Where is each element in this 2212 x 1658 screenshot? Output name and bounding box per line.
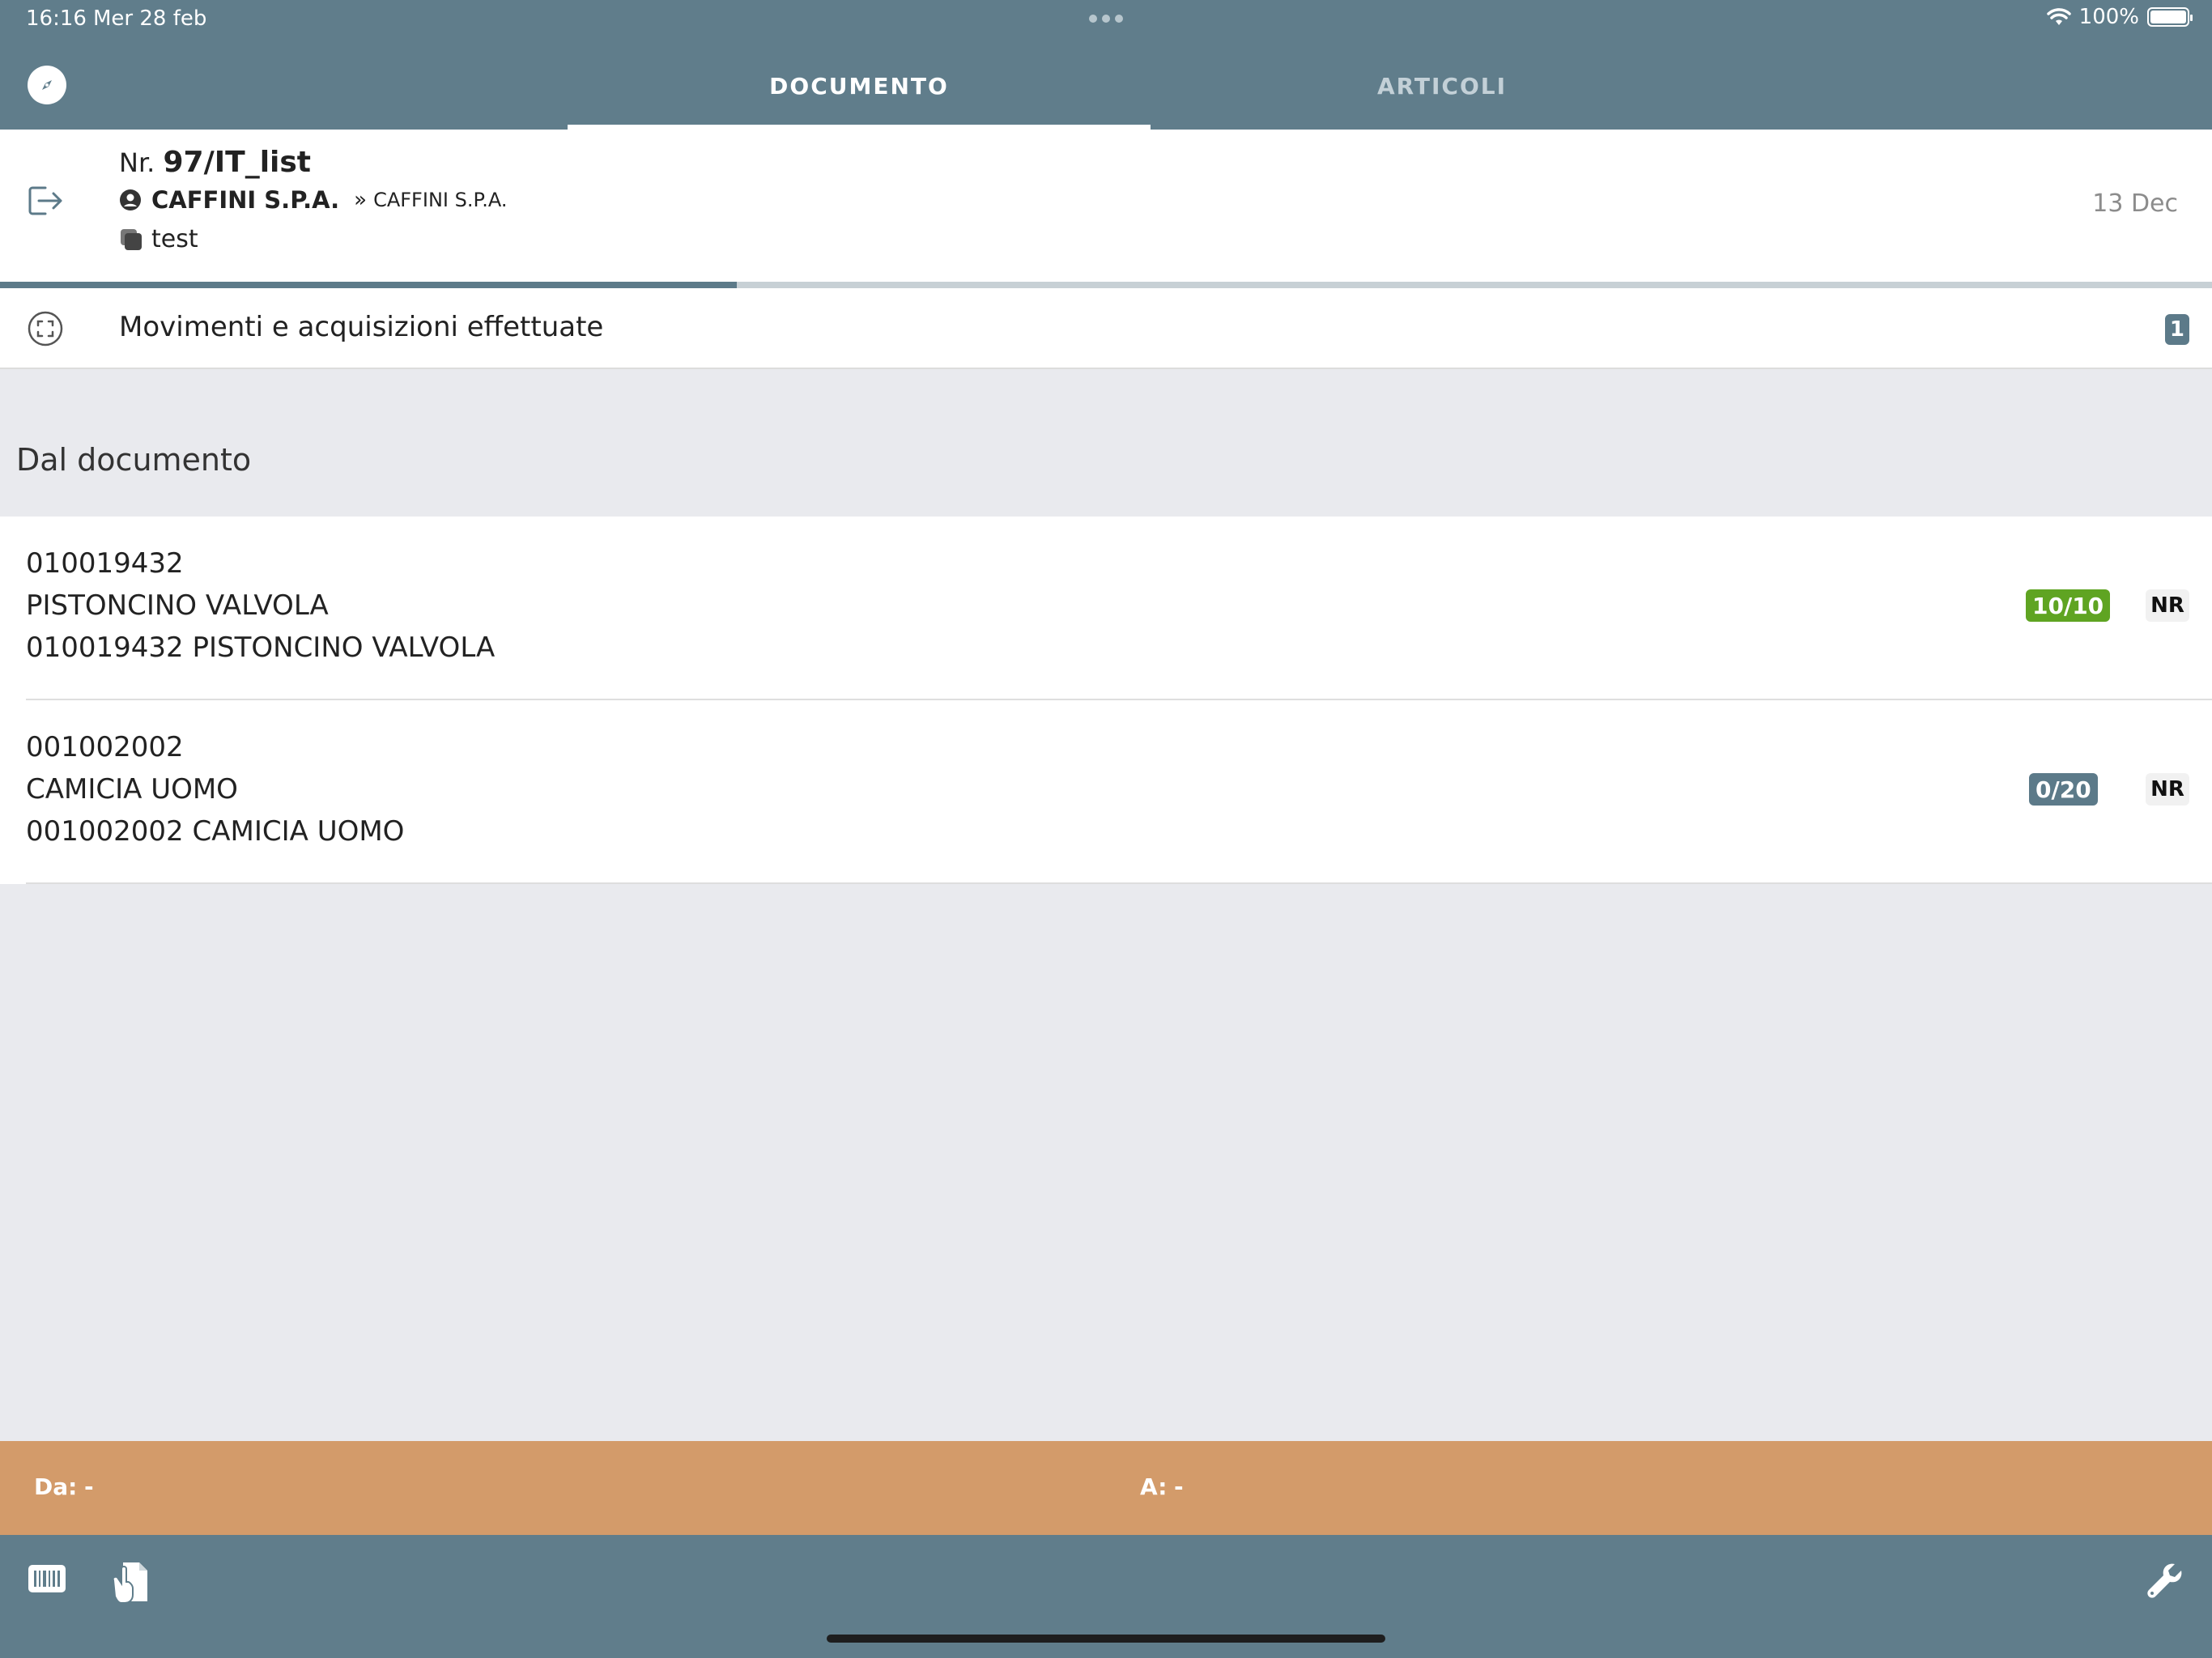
document-customer: CAFFINI S.P.A. » CAFFINI S.P.A. xyxy=(119,186,507,214)
tab-documento[interactable]: DOCUMENTO xyxy=(568,49,1151,130)
quantity-badge: 10/10 xyxy=(2026,589,2111,622)
document-progress-bar xyxy=(0,282,2212,288)
range-from-label: Da: xyxy=(34,1473,78,1500)
status-date: Mer 28 feb xyxy=(93,6,207,31)
item-code: 001002002 xyxy=(26,731,184,763)
item-name: CAMICIA UOMO xyxy=(26,773,238,806)
settings-button[interactable] xyxy=(2146,1561,2184,1603)
range-bar: Da: - A: - xyxy=(0,1441,2212,1535)
manual-entry-button[interactable] xyxy=(110,1559,151,1608)
barcode-icon xyxy=(28,1565,66,1592)
scan-focus-icon xyxy=(28,311,63,350)
document-date: 13 Dec xyxy=(2092,189,2178,218)
document-number-value: 97/IT_list xyxy=(163,146,312,179)
battery-icon xyxy=(2147,7,2193,27)
multitasking-dots-icon[interactable] xyxy=(1089,15,1123,24)
document-header[interactable]: Nr. 97/IT_list CAFFINI S.P.A. » CAFFINI … xyxy=(0,130,2212,282)
nr-badge: NR xyxy=(2146,589,2189,622)
wifi-icon xyxy=(2046,8,2071,25)
item-name: PISTONCINO VALVOLA xyxy=(26,589,329,622)
copy-icon xyxy=(121,228,142,250)
tab-articoli-label: ARTICOLI xyxy=(1376,73,1508,100)
document-note: test xyxy=(119,225,198,253)
range-to-label: A: xyxy=(1140,1473,1168,1500)
app-header: 16:16 Mer 28 feb 100% DOCUMENTO ARTICOLI xyxy=(0,0,2212,130)
home-indicator[interactable] xyxy=(827,1635,1385,1643)
movements-count-badge: 1 xyxy=(2164,314,2189,345)
item-code: 010019432 xyxy=(26,547,184,580)
list-item[interactable]: 010019432 PISTONCINO VALVOLA 010019432 P… xyxy=(0,517,2212,700)
status-indicators: 100% xyxy=(2046,5,2193,29)
compass-icon xyxy=(42,80,52,90)
destination-name: CAFFINI S.P.A. xyxy=(373,189,508,211)
nr-badge: NR xyxy=(2146,773,2189,806)
hand-document-icon xyxy=(112,1562,147,1604)
item-description: 001002002 CAMICIA UOMO xyxy=(26,815,405,848)
document-number-prefix: Nr. xyxy=(119,147,155,178)
document-note-text: test xyxy=(151,225,198,253)
customer-name: CAFFINI S.P.A. xyxy=(151,186,340,214)
divider xyxy=(26,882,2212,884)
list-item[interactable]: 001002002 CAMICIA UOMO 001002002 CAMICIA… xyxy=(0,700,2212,884)
tab-documento-label: DOCUMENTO xyxy=(769,73,949,100)
destination-arrow: » xyxy=(354,188,368,212)
exit-document-icon[interactable] xyxy=(28,185,65,220)
wrench-icon xyxy=(2147,1563,2182,1598)
range-from-value[interactable]: - xyxy=(84,1473,94,1500)
battery-percent: 100% xyxy=(2078,5,2139,29)
barcode-button[interactable] xyxy=(28,1562,66,1598)
section-title: Dal documento xyxy=(16,442,252,478)
document-items-list: 010019432 PISTONCINO VALVOLA 010019432 P… xyxy=(0,517,2212,884)
document-number: Nr. 97/IT_list xyxy=(119,146,311,179)
compass-button[interactable] xyxy=(28,66,66,104)
quantity-badge: 0/20 xyxy=(2029,773,2098,806)
range-to-value[interactable]: - xyxy=(1174,1473,1184,1500)
item-description: 010019432 PISTONCINO VALVOLA xyxy=(26,631,496,664)
movements-label: Movimenti e acquisizioni effettuate xyxy=(119,311,604,343)
movements-row[interactable]: Movimenti e acquisizioni effettuate 1 xyxy=(0,288,2212,369)
tab-articoli[interactable]: ARTICOLI xyxy=(1151,49,1733,130)
document-progress-fill xyxy=(0,282,737,288)
user-circle-icon xyxy=(120,189,141,210)
status-time: 16:16 xyxy=(26,6,87,31)
